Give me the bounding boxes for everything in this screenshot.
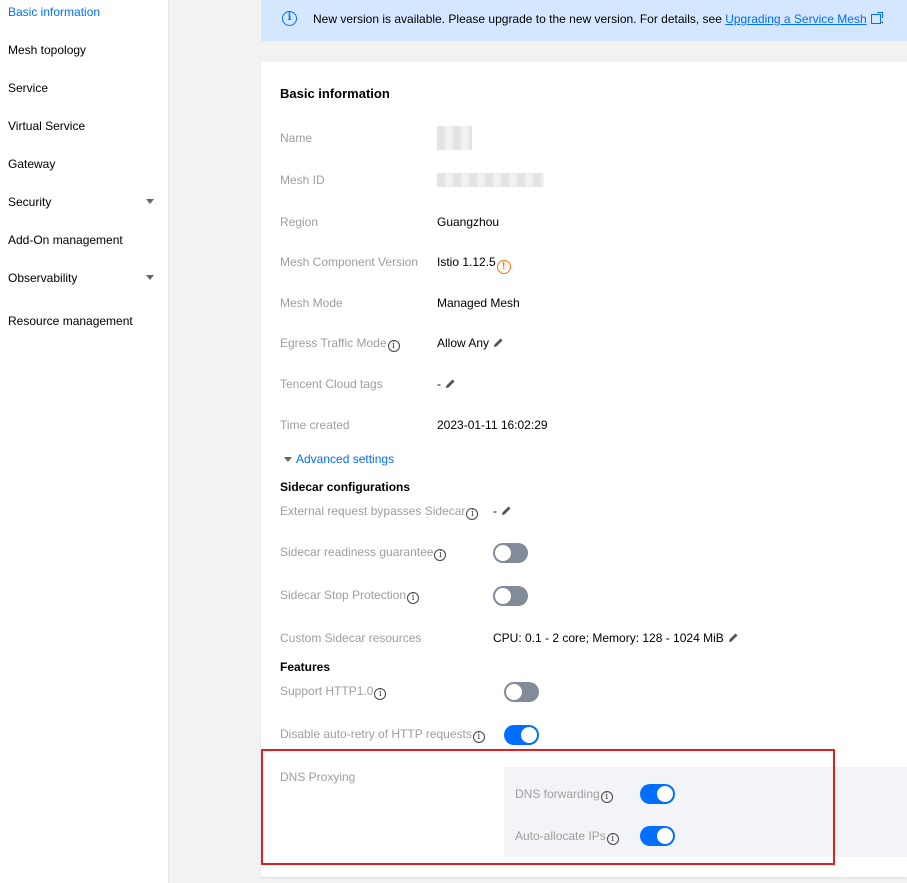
dns-proxying-label: DNS Proxying: [280, 770, 356, 784]
stop-protection-label: Sidecar Stop Protection i: [280, 588, 420, 604]
info-icon[interactable]: i: [434, 549, 447, 561]
toggle-knob: [495, 588, 511, 604]
sidebar-item-label: Service: [8, 81, 49, 95]
stop-protection-toggle[interactable]: [493, 586, 528, 606]
dns-forwarding-toggle[interactable]: [640, 784, 675, 804]
sidebar-item-security[interactable]: Security: [8, 195, 160, 209]
bypass-label: External request bypasses Sidecar i: [280, 504, 479, 520]
info-icon: i: [282, 11, 297, 26]
toggle-knob: [657, 786, 673, 802]
auto-allocate-ips-label: Auto-allocate IPs i: [515, 829, 619, 845]
auto-allocate-ips-toggle[interactable]: [640, 826, 675, 846]
info-icon[interactable]: i: [472, 731, 485, 743]
retry-toggle[interactable]: [504, 725, 539, 745]
info-icon[interactable]: i: [466, 508, 479, 520]
sidebar-item-add-on-management[interactable]: Add-On management: [8, 233, 160, 247]
upgrade-link[interactable]: Upgrading a Service Mesh: [725, 12, 866, 26]
sidebar: Basic information Mesh topology Service …: [0, 0, 169, 883]
pencil-icon[interactable]: [445, 378, 456, 389]
resources-label: Custom Sidecar resources: [280, 631, 422, 645]
pencil-icon[interactable]: [501, 505, 512, 516]
dns-proxying-panel: DNS forwarding i Auto-allocate IPs i: [504, 767, 907, 857]
warning-icon[interactable]: !: [496, 260, 511, 274]
region-label: Region: [280, 215, 319, 229]
sidebar-item-virtual-service[interactable]: Virtual Service: [8, 119, 160, 133]
info-icon[interactable]: i: [407, 592, 420, 604]
name-label: Name: [280, 131, 313, 145]
resources-value: CPU: 0.1 - 2 core; Memory: 128 - 1024 Mi…: [493, 631, 739, 645]
toggle-knob: [657, 828, 673, 844]
notice-text: New version is available. Please upgrade…: [313, 12, 884, 26]
sidebar-item-label: Mesh topology: [8, 43, 87, 57]
pencil-icon[interactable]: [728, 632, 739, 643]
sidebar-item-label: Security: [8, 195, 52, 209]
version-value: Istio 1.12.5!: [437, 255, 511, 274]
region-value: Guangzhou: [437, 215, 500, 229]
dns-forwarding-label: DNS forwarding i: [515, 787, 613, 803]
toggle-knob: [506, 684, 522, 700]
chevron-down-icon: [146, 199, 154, 204]
egress-label: Egress Traffic Mode i: [280, 336, 400, 352]
sidebar-item-basic-information[interactable]: Basic information: [8, 5, 160, 19]
sidebar-item-service[interactable]: Service: [8, 81, 160, 95]
sidebar-item-resource-management[interactable]: Resource management: [8, 314, 160, 328]
mesh-mode-label: Mesh Mode: [280, 296, 343, 310]
sidebar-item-label: Add-On management: [8, 233, 123, 247]
sidebar-item-label: Basic information: [8, 5, 101, 19]
readiness-toggle[interactable]: [493, 543, 528, 563]
mesh-id-value-redacted: [437, 173, 544, 187]
sidebar-item-observability[interactable]: Observability: [8, 271, 160, 285]
tags-value: -: [437, 377, 456, 391]
retry-label: Disable auto-retry of HTTP requests i: [280, 727, 485, 743]
sidebar-item-gateway[interactable]: Gateway: [8, 157, 160, 171]
sidebar-item-mesh-topology[interactable]: Mesh topology: [8, 43, 160, 57]
version-label: Mesh Component Version: [280, 255, 419, 269]
basic-info-card: Basic information Name Mesh ID Region Gu…: [261, 62, 907, 877]
sidebar-item-label: Observability: [8, 271, 78, 285]
http10-toggle[interactable]: [504, 682, 539, 702]
time-created-label: Time created: [280, 418, 350, 432]
mesh-id-label: Mesh ID: [280, 173, 325, 187]
bypass-value: -: [493, 504, 512, 518]
features-section-title: Features: [280, 660, 331, 674]
pencil-icon[interactable]: [493, 337, 504, 348]
http10-label: Support HTTP1.0 i: [280, 684, 387, 700]
info-icon[interactable]: i: [606, 833, 619, 845]
readiness-label: Sidecar readiness guarantee i: [280, 545, 447, 561]
sidecar-section-title: Sidecar configurations: [280, 480, 411, 494]
mesh-mode-value: Managed Mesh: [437, 296, 520, 310]
sidebar-item-label: Resource management: [8, 314, 133, 328]
time-created-value: 2023-01-11 16:02:29: [437, 418, 548, 432]
chevron-down-icon: [146, 275, 154, 280]
card-title: Basic information: [280, 86, 390, 101]
external-link-icon[interactable]: [870, 12, 883, 24]
egress-value: Allow Any: [437, 336, 504, 350]
sidebar-item-label: Virtual Service: [8, 119, 86, 133]
info-icon[interactable]: i: [387, 340, 400, 352]
upgrade-notice: i New version is available. Please upgra…: [261, 0, 907, 41]
info-icon[interactable]: i: [600, 791, 613, 803]
name-value-redacted: [437, 126, 472, 150]
tags-label: Tencent Cloud tags: [280, 377, 383, 391]
toggle-knob: [521, 727, 537, 743]
sidebar-item-label: Gateway: [8, 157, 56, 171]
toggle-knob: [495, 545, 511, 561]
advanced-settings-toggle[interactable]: Advanced settings: [284, 452, 394, 466]
info-icon[interactable]: i: [374, 688, 387, 700]
caret-down-icon: [284, 457, 292, 462]
